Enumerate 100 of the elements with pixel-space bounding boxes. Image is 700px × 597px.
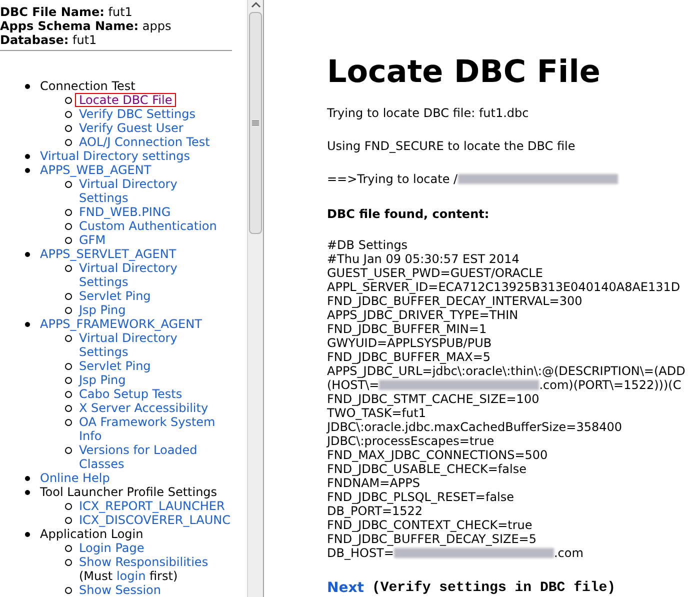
nav-heading: Connection Test [40, 79, 136, 93]
nav-link[interactable]: Locate DBC File [75, 93, 176, 107]
text-line: DB_PORT=1522 [327, 504, 423, 518]
nav-link[interactable]: APPS_WEB_AGENT [40, 163, 152, 177]
nav-link[interactable]: GFM [79, 233, 106, 247]
nav-link[interactable]: Virtual Directory Settings [79, 261, 229, 289]
hollow-bullet-icon [65, 517, 72, 524]
hollow-bullet-icon [65, 587, 72, 594]
hollow-bullet-icon [65, 559, 72, 566]
nav-link[interactable]: Login Page [79, 541, 144, 555]
nav-link[interactable]: Jsp Ping [79, 373, 126, 387]
hollow-bullet-icon [65, 97, 72, 104]
login-link[interactable]: login [116, 569, 146, 583]
nav-link[interactable]: X Server Accessibility [79, 401, 208, 415]
text-line: FND_JDBC_BUFFER_MAX=5 [327, 350, 491, 364]
section-heading: DBC file found, content: [327, 206, 490, 219]
nav-link[interactable]: OA Framework System Info [79, 415, 229, 443]
hollow-bullet-icon [65, 419, 72, 426]
bullet-icon [25, 490, 30, 495]
nav-link[interactable]: Jsp Ping [79, 303, 126, 317]
bullet-icon [25, 322, 30, 327]
hollow-bullet-icon [65, 139, 72, 146]
info-line: Database: fut1 [0, 33, 98, 47]
hollow-bullet-icon [65, 335, 72, 342]
text-line: Using FND_SECURE to locate the DBC file [327, 138, 576, 155]
text-line: DB_HOST= [327, 546, 394, 560]
text-line: GWYUID=APPLSYSPUB/PUB [327, 336, 492, 350]
nav-link[interactable]: APPS_SERVLET_AGENT [40, 247, 176, 261]
info-line: Apps Schema Name: apps [0, 19, 172, 33]
nav-link[interactable]: Verify Guest User [79, 121, 184, 135]
note-text: (Must login first) [79, 569, 178, 583]
hollow-bullet-icon [65, 363, 72, 370]
text-line: FND_JDBC_BUFFER_DECAY_INTERVAL=300 [327, 294, 582, 308]
text-line: Trying to locate DBC file: fut1.dbc [327, 105, 529, 122]
bullet-icon [25, 532, 30, 537]
nav-link[interactable]: ICX_DISCOVERER_LAUNC [79, 513, 229, 527]
next-link[interactable]: Next [327, 578, 364, 597]
nav-link[interactable]: Show Session [79, 583, 161, 597]
nav-link[interactable]: ICX_REPORT_LAUNCHER [79, 499, 225, 513]
hollow-bullet-icon [65, 237, 72, 244]
text-line: APPS_JDBC_URL=jdbc\:oracle\:thin\:@(DESCRIPTION\=(ADD [327, 364, 686, 378]
scrollbar-drawing[interactable] [247, 0, 263, 597]
info-line: DBC File Name: fut1 [0, 5, 134, 19]
text-line: .com [554, 546, 584, 560]
bullet-icon [25, 476, 30, 481]
bullet-icon [25, 168, 30, 173]
text-line: FNDNAM=APPS [327, 476, 420, 490]
nav-heading: Application Login [40, 527, 144, 541]
text-line: JDBC\:oracle.jdbc.maxCachedBufferSize=358400 [327, 420, 622, 434]
text-line: FND_MAX_JDBC_CONNECTIONS=500 [327, 448, 548, 462]
hollow-bullet-icon [65, 503, 72, 510]
page-title: Locate DBC File [327, 53, 602, 92]
hollow-bullet-icon [65, 447, 72, 454]
hollow-bullet-icon [65, 181, 72, 188]
hollow-bullet-icon [65, 545, 72, 552]
bullet-icon [25, 84, 30, 89]
text-line: #DB Settings [327, 238, 408, 252]
text-line: JDBC\:processEscapes=true [327, 434, 494, 448]
nav-link[interactable]: Cabo Setup Tests [79, 387, 182, 401]
text-line: .com)(PORT\=1522)))(C [539, 378, 682, 392]
text-line: FND_JDBC_USABLE_CHECK=false [327, 462, 526, 476]
hollow-bullet-icon [65, 391, 72, 398]
nav-link[interactable]: Virtual Directory settings [40, 149, 190, 163]
text-line: (HOST\= [327, 378, 380, 392]
text-line: FND_JDBC_BUFFER_DECAY_SIZE=5 [327, 532, 536, 546]
nav-link[interactable]: Verify DBC Settings [79, 107, 196, 121]
text-line: APPS_JDBC_DRIVER_TYPE=THIN [327, 308, 518, 322]
next-description: (Verify settings in DBC file) [372, 579, 616, 597]
hollow-bullet-icon [65, 265, 72, 272]
nav-link[interactable]: Online Help [40, 471, 110, 485]
nav-link[interactable]: Virtual Directory Settings [79, 177, 229, 205]
nav-link[interactable]: AOL/J Connection Test [79, 135, 210, 149]
hollow-bullet-icon [65, 293, 72, 300]
hollow-bullet-icon [65, 209, 72, 216]
nav-link[interactable]: Versions for Loaded Classes [79, 443, 229, 471]
hollow-bullet-icon [65, 111, 72, 118]
text-line: APPL_SERVER_ID=ECA712C13925B313E040140A8AE131D [327, 280, 680, 294]
hollow-bullet-icon [65, 377, 72, 384]
nav-link[interactable]: APPS_FRAMEWORK_AGENT [40, 317, 202, 331]
text-line: #Thu Jan 09 05:30:57 EST 2014 [327, 252, 520, 266]
text-line: FND_JDBC_STMT_CACHE_SIZE=100 [327, 392, 540, 406]
hollow-bullet-icon [65, 405, 72, 412]
text-line: ==>Trying to locate / [327, 171, 458, 188]
hollow-bullet-icon [65, 307, 72, 314]
text-line: TWO_TASK=fut1 [327, 406, 426, 420]
nav-link[interactable]: Servlet Ping [79, 289, 151, 303]
nav-link[interactable]: Virtual Directory Settings [79, 331, 229, 359]
bullet-icon [25, 252, 30, 257]
nav-link[interactable]: Show Responsibilities [79, 555, 208, 569]
text-line: GUEST_USER_PWD=GUEST/ORACLE [327, 266, 543, 280]
hollow-bullet-icon [65, 125, 72, 132]
text-line: FND_JDBC_CONTEXT_CHECK=true [327, 518, 532, 532]
hollow-bullet-icon [65, 223, 72, 230]
nav-link[interactable]: Custom Authentication [79, 219, 217, 233]
text-line: FND_JDBC_PLSQL_RESET=false [327, 490, 514, 504]
nav-link[interactable]: FND_WEB.PING [79, 205, 171, 219]
nav-link[interactable]: Servlet Ping [79, 359, 151, 373]
nav-heading: Tool Launcher Profile Settings [40, 485, 218, 499]
text-line: FND_JDBC_BUFFER_MIN=1 [327, 322, 487, 336]
bullet-icon [25, 154, 30, 159]
